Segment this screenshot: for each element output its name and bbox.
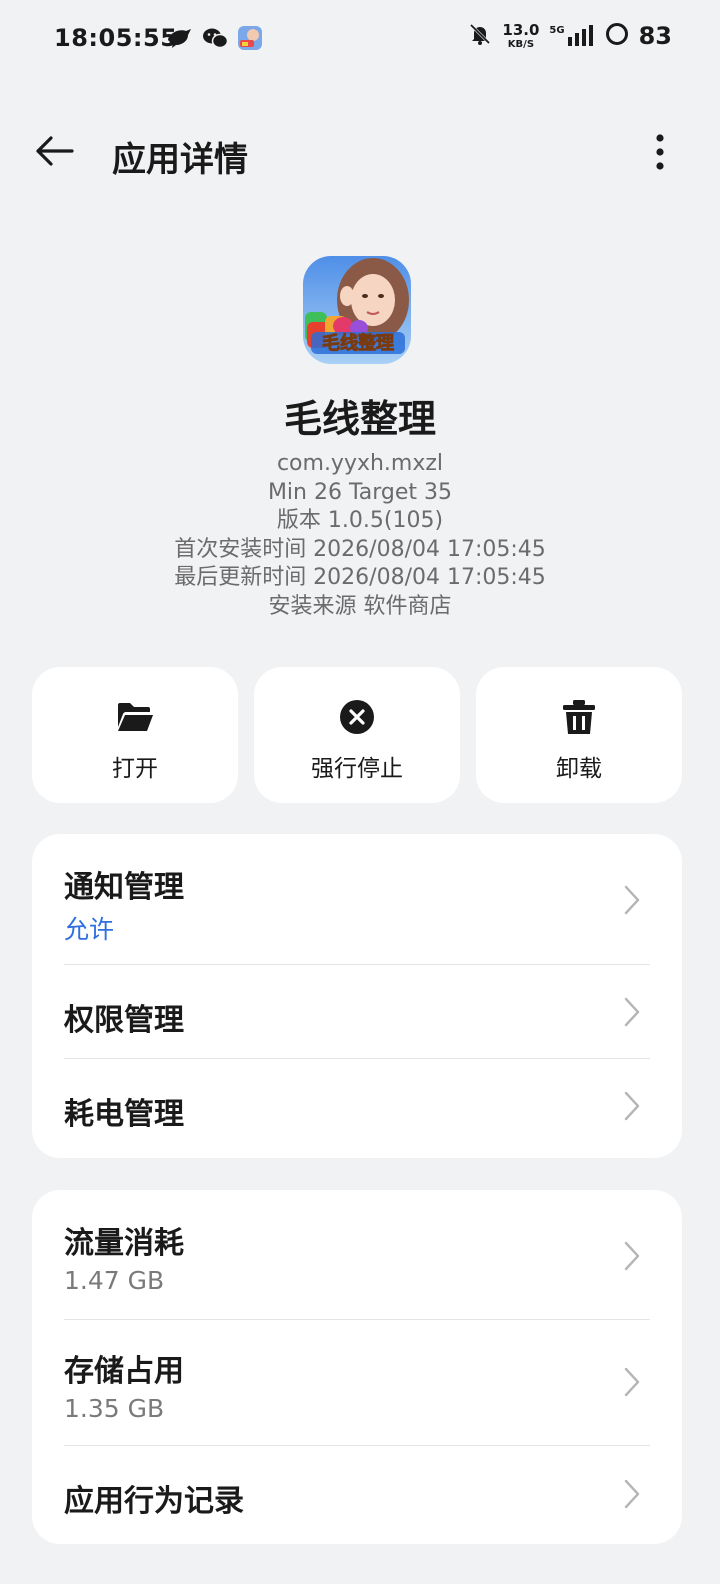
folder-open-icon [115,697,155,737]
status-notification-icons [166,26,262,54]
permission-management-item[interactable]: 权限管理 [64,964,650,1058]
power-management-item[interactable]: 耗电管理 [64,1058,650,1156]
page-title: 应用详情 [112,140,248,180]
signal-5g-icon: 5G [549,25,594,47]
app-behavior-record-title: 应用行为记录 [64,1484,244,1519]
more-options-button[interactable] [640,132,680,176]
status-time: 18:05:55 [54,24,178,52]
uninstall-label: 卸载 [556,756,602,782]
open-button[interactable]: 打开 [32,667,238,803]
app-icon-logo-text: 毛线整理 [322,332,394,354]
battery-ring-icon [605,22,629,50]
storage-usage-title: 存储占用 [64,1354,184,1389]
network-speed: 13.0 KB/S [502,20,540,50]
app-icon: 毛线整理 [303,256,411,364]
uninstall-button[interactable]: 卸载 [476,667,682,803]
arrow-left-icon [36,136,74,170]
app-meta: com.yyxh.mxzl Min 26 Target 35 版本 1.0.5(… [0,450,720,621]
trash-icon [559,697,599,737]
data-usage-title: 流量消耗 [64,1226,184,1261]
notification-status: 允许 [64,915,115,944]
last-update-time: 最后更新时间 2026/08/04 17:05:45 [174,565,546,590]
network-type: 5G [549,25,565,36]
data-usage-item[interactable]: 流量消耗 1.47 GB [64,1190,650,1319]
install-source: 安装来源 软件商店 [268,593,452,619]
first-install-time: 首次安装时间 2026/08/04 17:05:45 [174,536,546,562]
package-name: com.yyxh.mxzl [276,451,444,476]
power-management-title: 耗电管理 [64,1097,184,1132]
chevron-right-icon [622,1090,642,1122]
game-app-icon [238,26,262,54]
app-name: 毛线整理 [283,397,436,441]
status-bar: 18:05:55 13.0 KB/S 5G 83 [0,0,720,80]
version-info: 版本 1.0.5(105) [276,508,444,533]
sdk-info: Min 26 Target 35 [267,479,453,505]
open-label: 打开 [112,756,158,782]
storage-usage-value: 1.35 GB [64,1394,165,1423]
close-circle-icon [337,697,377,737]
data-usage-value: 1.47 GB [64,1266,165,1295]
chevron-right-icon [622,996,642,1028]
app-bar: 应用详情 [0,110,720,196]
chevron-right-icon [622,1366,642,1398]
storage-usage-item[interactable]: 存储占用 1.35 GB [64,1319,650,1445]
app-behavior-record-item[interactable]: 应用行为记录 [64,1445,650,1544]
notification-management-title: 通知管理 [64,870,184,905]
battery-level: 83 [638,22,672,50]
chevron-right-icon [622,884,642,916]
usage-card: 流量消耗 1.47 GB 存储占用 1.35 GB 应用行为记录 [32,1190,682,1544]
action-buttons: 打开 强行停止 卸载 [32,667,682,803]
management-card: 通知管理 允许 权限管理 耗电管理 [32,834,682,1158]
force-stop-label: 强行停止 [311,756,403,782]
notification-management-item[interactable]: 通知管理 允许 [64,834,650,964]
chevron-right-icon [622,1240,642,1272]
force-stop-button[interactable]: 强行停止 [254,667,460,803]
permission-management-title: 权限管理 [64,1003,184,1038]
back-button[interactable] [30,128,80,178]
mute-bell-icon [468,22,492,50]
bird-icon [166,27,192,53]
chevron-right-icon [622,1478,642,1510]
more-vertical-icon [655,134,665,174]
wechat-icon [202,27,229,53]
status-right-icons: 13.0 KB/S 5G 83 [468,22,672,50]
